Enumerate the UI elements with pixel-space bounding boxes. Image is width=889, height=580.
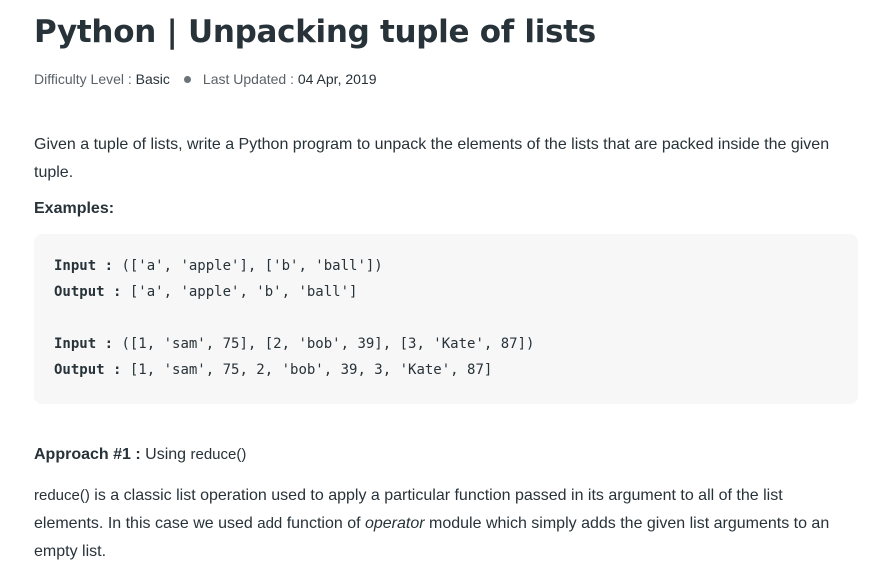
article-meta: Difficulty Level : Basic Last Updated : 0… [34,71,377,87]
page-title: Python | Unpacking tuple of lists [34,14,596,50]
example2-output: [1, 'sam', 75, 2, 'bob', 39, 3, 'Kate', … [121,362,493,378]
updated-label: Last Updated : [202,71,298,87]
separator-dot-icon [183,76,191,84]
difficulty-label: Difficulty Level : [34,71,136,87]
example1-input: (['a', 'apple'], ['b', 'ball']) [113,258,383,274]
code-line: Input : ([1, 'sam', 75], [2, 'bob', 39],… [54,336,534,352]
input-label: Input : [54,336,114,352]
code-line: Output : ['a', 'apple', 'b', 'ball'] [54,284,357,300]
output-label: Output : [54,284,122,300]
updated-value: 04 Apr, 2019 [297,71,377,87]
example1-output: ['a', 'apple', 'b', 'ball'] [121,284,358,300]
article-page: Python | Unpacking tuple of lists Diffic… [0,0,889,580]
code-block: Input : (['a', 'apple'], ['b', 'ball']) … [34,234,858,404]
example2-input: ([1, 'sam', 75], [2, 'bob', 39], [3, 'Ka… [113,336,535,352]
desc-text-2: function of [282,515,365,532]
inline-code-reduce: reduce() [34,487,90,504]
inline-code-add: add [257,515,283,532]
approach-code: reduce() [190,446,247,463]
approach-text: Using [140,446,191,463]
examples-heading: Examples: [34,200,115,217]
output-label: Output : [54,362,122,378]
operator-module-name: operator [364,515,425,532]
intro-paragraph: Given a tuple of lists, write a Python p… [34,136,830,181]
approach-heading: Approach #1 : Using reduce() [34,446,246,464]
approach-label: Approach #1 : [34,446,141,463]
approach-description: reduce() is a classic list operation use… [34,482,856,566]
difficulty-value[interactable]: Basic [136,71,170,87]
input-label: Input : [54,258,114,274]
code-line: Output : [1, 'sam', 75, 2, 'bob', 39, 3,… [54,362,492,378]
code-line: Input : (['a', 'apple'], ['b', 'ball']) [54,258,383,274]
